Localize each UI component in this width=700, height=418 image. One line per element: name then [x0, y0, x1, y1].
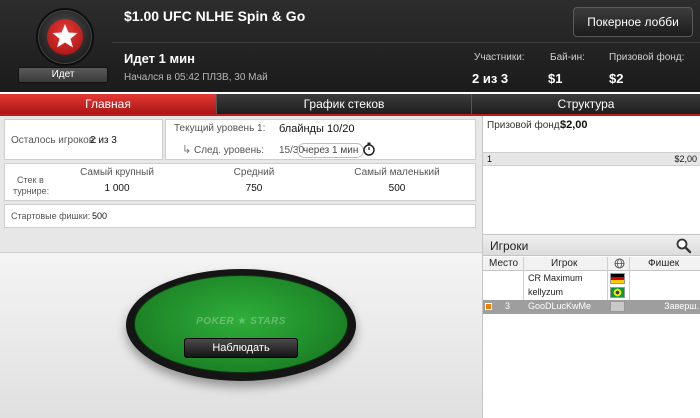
col-chips[interactable]: Фишек: [648, 258, 679, 269]
players-left-box: Осталось игроков: 2 из 3: [4, 119, 163, 160]
player-row[interactable]: CR Maximum: [483, 272, 700, 286]
player-row[interactable]: kellyzum: [483, 286, 700, 300]
largest-stack-label: Самый крупный: [80, 167, 154, 178]
prize-amount: $2,00: [674, 154, 697, 164]
stack-label-line1: Стек в: [17, 175, 44, 185]
timer-icon: [362, 142, 376, 159]
flag-empty-icon: [610, 301, 625, 312]
smallest-stack-label: Самый маленький: [354, 167, 440, 178]
tournament-header: Идет $1.00 UFC NLHE Spin & Go Покерное л…: [0, 0, 700, 92]
blind-level-box: Текущий уровень 1: блайнды 10/20 ↳ След.…: [165, 119, 476, 160]
prize-pool-label: Призовой фонд:: [609, 52, 685, 63]
average-stack-value: 750: [245, 183, 263, 194]
tab-stack-chart[interactable]: График стеков: [216, 94, 471, 114]
stack-label-line2: турнире:: [13, 186, 50, 196]
col-place[interactable]: Место: [489, 258, 518, 269]
starting-chips-value: 500: [92, 211, 108, 221]
pokerstars-logo-icon: [36, 8, 94, 66]
prize-pool-value: $2: [609, 71, 624, 86]
search-icon[interactable]: [675, 237, 692, 254]
starting-chips-label: Стартовые фишки:: [11, 211, 91, 221]
table-preview-area: POKER ★ STARS Наблюдать: [0, 252, 482, 418]
flag-germany-icon: [610, 273, 625, 284]
tab-structure[interactable]: Структура: [471, 94, 700, 114]
next-level-label: След. уровень:: [194, 145, 265, 156]
flag-brazil-icon: [610, 287, 625, 298]
player-place: 3: [505, 301, 511, 311]
prize-place: 1: [487, 154, 493, 164]
header-divider: [112, 42, 700, 43]
next-level-arrow-icon: ↳: [182, 144, 192, 156]
poker-lobby-button[interactable]: Покерное лобби: [573, 7, 693, 37]
prize-pool-header: Призовой фонд: $2,00: [483, 116, 700, 152]
entrants-label: Участники:: [474, 52, 525, 63]
player-name: GooDLucKwMe: [528, 301, 592, 311]
starting-chips-box: Стартовые фишки: 500: [4, 204, 476, 228]
players-left-value: 2 из 3: [90, 135, 117, 146]
status-badge: Идет: [18, 67, 108, 83]
status-square-icon: [485, 303, 492, 310]
players-left-label: Осталось игроков:: [11, 135, 97, 146]
buyin-value: $1: [548, 71, 563, 86]
tournament-title: $1.00 UFC NLHE Spin & Go: [124, 8, 306, 24]
col-player[interactable]: Игрок: [551, 258, 577, 269]
player-row-selected[interactable]: 3 GooDLucKwMe Заверш.: [483, 300, 700, 314]
players-title: Игроки: [490, 239, 529, 253]
stacks-box: Стек в турнире: Самый крупный 1 000 Сред…: [4, 163, 476, 201]
start-time: Начался в 05:42 ПЛЗВ, 30 Май: [124, 72, 268, 83]
prize-row: 1 $2,00: [483, 152, 700, 166]
buyin-label: Бай-ин:: [550, 52, 585, 63]
current-level-value: блайнды 10/20: [279, 123, 355, 135]
tournament-info-panel: Осталось игроков: 2 из 3 Текущий уровень…: [0, 116, 482, 252]
players-header: Игроки: [483, 234, 700, 256]
smallest-stack-value: 500: [388, 183, 406, 194]
running-time: Идет 1 мин: [124, 51, 195, 66]
watch-button[interactable]: Наблюдать: [184, 338, 298, 358]
globe-icon[interactable]: [614, 258, 625, 272]
largest-stack-value: 1 000: [104, 183, 130, 194]
table-logo-text: POKER ★ STARS: [196, 316, 286, 327]
prize-value: $2,00: [560, 119, 588, 131]
current-level-label: Текущий уровень 1:: [174, 123, 266, 134]
player-name: kellyzum: [528, 287, 564, 297]
prize-label: Призовой фонд:: [487, 120, 563, 131]
next-level-time: через 1 мин: [297, 143, 365, 158]
player-chips: Заверш.: [664, 301, 699, 311]
player-name: CR Maximum: [528, 273, 583, 283]
entrants-value: 2 из 3: [472, 71, 509, 86]
right-panel: Призовой фонд: $2,00 1 $2,00 Игроки Мест…: [482, 116, 700, 418]
average-stack-label: Средний: [233, 167, 275, 178]
players-column-header: Место Игрок Фишек: [483, 257, 700, 271]
tab-main[interactable]: Главная: [0, 94, 216, 114]
